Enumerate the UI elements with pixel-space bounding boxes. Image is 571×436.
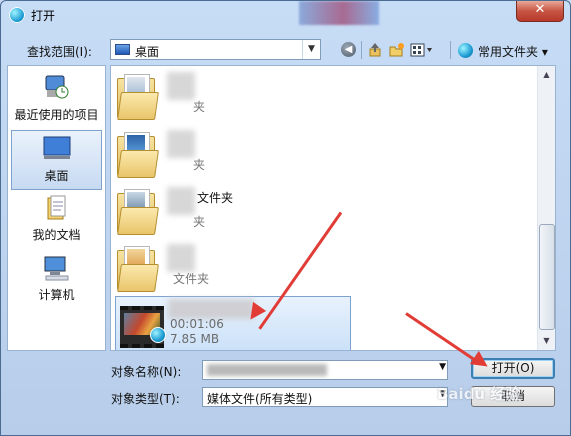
folder-item[interactable]: 夹 [117, 126, 357, 184]
folder-name-top: 文件夹 [197, 191, 234, 205]
vertical-scrollbar[interactable]: ▲ ▼ [537, 66, 555, 350]
sidebar-item-label: 计算机 [38, 288, 75, 302]
folder-icon [117, 132, 159, 178]
sidebar-item-computer[interactable]: 计算机 [11, 250, 102, 310]
blurred-folder-name [167, 72, 195, 100]
blurred-folder-name [167, 187, 195, 215]
scroll-down-icon[interactable]: ▼ [539, 333, 554, 349]
folder-item[interactable]: 文件夹 夹 [117, 183, 357, 241]
blurred-video-name [168, 299, 254, 319]
toolbar: 查找范围(I): 桌面 ▼ ◀ 常用文件夹 ▾ [1, 35, 570, 65]
lookin-value: 桌面 [135, 45, 160, 59]
scroll-up-icon[interactable]: ▲ [539, 67, 554, 83]
up-folder-button[interactable] [366, 42, 384, 58]
blurred-folder-name [167, 130, 195, 158]
object-name-label: 对象名称(N): [111, 365, 182, 379]
blurred-folder-name [167, 244, 195, 272]
title-bar: 打开 ✕ [1, 1, 570, 29]
sidebar-item-desktop[interactable]: 桌面 [11, 130, 102, 190]
sidebar-item-documents[interactable]: 我的文档 [11, 190, 102, 250]
folder-icon [117, 74, 159, 120]
up-folder-icon [369, 43, 381, 57]
open-dialog: 打开 ✕ 查找范围(I): 桌面 ▼ ◀ 常用文件夹 ▾ 最近使用的项目 桌面 … [0, 0, 571, 436]
file-list: 夹 夹 文件夹 夹 文件夹 00:01:06 7.85 MB ▲ ▼ [110, 65, 556, 351]
folder-name: 夹 [193, 100, 206, 114]
places-label: 常用文件夹 ▾ [478, 45, 548, 59]
app-icon [9, 7, 25, 23]
places-icon [458, 43, 473, 58]
new-folder-button[interactable] [387, 42, 405, 58]
video-file-item[interactable]: 00:01:06 7.85 MB [115, 296, 351, 350]
video-duration: 00:01:06 [170, 317, 224, 331]
desktop-icon [115, 44, 130, 55]
sidebar-item-recent[interactable]: 最近使用的项目 [11, 70, 102, 130]
places-sidebar: 最近使用的项目 桌面 我的文档 计算机 [7, 65, 106, 351]
desktop-icon [43, 136, 71, 159]
computer-icon [44, 256, 69, 281]
chevron-down-icon[interactable]: ▼ [439, 362, 446, 372]
sidebar-item-label: 我的文档 [32, 228, 81, 242]
documents-icon [47, 195, 66, 220]
folder-name: 文件夹 [173, 272, 210, 286]
chevron-down-icon[interactable]: ▼ [302, 40, 320, 59]
media-file-icon [150, 327, 166, 343]
title-bar-blurred-region [299, 1, 379, 25]
watermark: Baidu 经验 [437, 385, 521, 403]
toolbar-divider [361, 41, 362, 59]
object-type-label: 对象类型(T): [111, 392, 180, 406]
folder-icon [117, 189, 159, 235]
object-name-field[interactable]: ▼ [202, 360, 448, 380]
folder-item[interactable]: 文件夹 [117, 240, 357, 298]
folder-name: 夹 [193, 158, 206, 172]
folder-name: 夹 [193, 215, 206, 229]
window-title: 打开 [31, 9, 56, 23]
close-button[interactable]: ✕ [516, 1, 564, 22]
scroll-thumb[interactable] [539, 224, 555, 330]
sidebar-item-label: 桌面 [44, 169, 69, 183]
video-size: 7.85 MB [170, 332, 220, 346]
view-menu-button[interactable] [410, 42, 432, 58]
lookin-label: 查找范围(I): [27, 45, 92, 59]
back-icon: ◀ [341, 42, 356, 57]
back-button[interactable]: ◀ [341, 42, 359, 58]
toolbar-divider [450, 41, 451, 59]
object-type-combo[interactable]: 媒体文件(所有类型) ▼ [202, 387, 448, 407]
view-grid-icon [410, 43, 432, 57]
object-type-value: 媒体文件(所有类型) [207, 392, 313, 406]
lookin-combo[interactable]: 桌面 ▼ [110, 39, 321, 60]
folder-item[interactable]: 夹 [117, 68, 357, 126]
new-folder-icon [389, 43, 404, 57]
folder-icon [117, 246, 159, 292]
blurred-file-name [207, 364, 327, 376]
recent-items-icon [45, 75, 69, 99]
sidebar-item-label: 最近使用的项目 [14, 108, 99, 122]
